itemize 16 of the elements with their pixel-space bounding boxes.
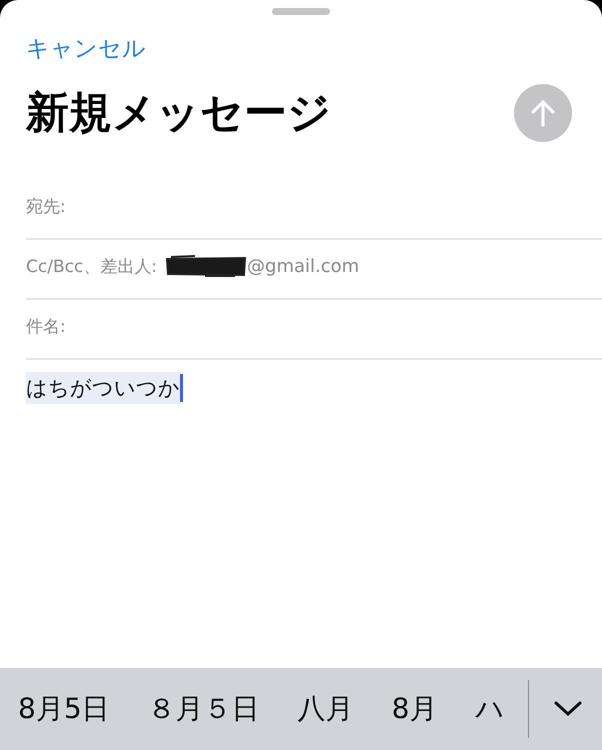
- expand-button[interactable]: [553, 700, 583, 718]
- field-label: 宛先:: [26, 196, 66, 218]
- cancel-button[interactable]: キャンセル: [26, 33, 146, 64]
- field-label: Cc/Bcc、差出人:: [26, 256, 158, 278]
- conversion-candidate[interactable]: ８月５日: [148, 690, 260, 728]
- conversion-candidate[interactable]: ハ: [475, 690, 504, 728]
- field-label: 件名:: [26, 316, 66, 338]
- drag-handle[interactable]: [272, 8, 330, 15]
- chevron-down-icon: [553, 700, 583, 718]
- compose-title: 新規メッセージ: [26, 87, 331, 140]
- conversion-candidate[interactable]: 八月: [298, 690, 354, 728]
- conversion-candidate[interactable]: 8月: [392, 690, 438, 728]
- text-cursor: [180, 374, 183, 402]
- message-body-text[interactable]: はちがついつか: [26, 372, 180, 404]
- sender-address: @gmail.com: [247, 256, 360, 276]
- conversion-candidate[interactable]: 8月5日: [18, 690, 110, 728]
